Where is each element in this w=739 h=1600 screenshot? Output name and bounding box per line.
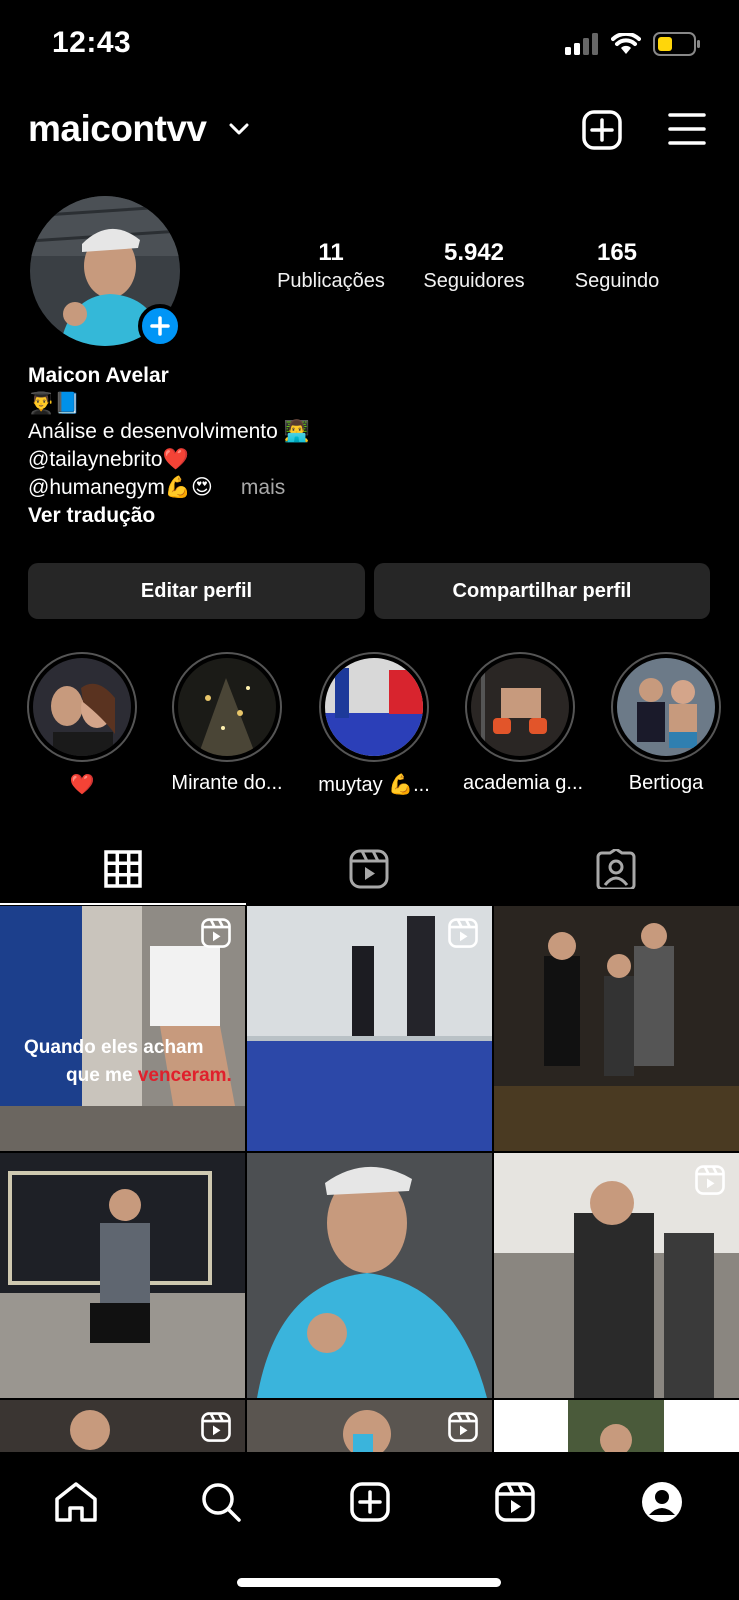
- highlight-label: Mirante do...: [171, 772, 283, 794]
- post-caption: Quando eles acham que me venceram.: [24, 1034, 232, 1090]
- bio-mention-partner[interactable]: @tailaynebrito❤️: [28, 446, 528, 474]
- highlight-cover: [325, 658, 423, 756]
- grid-post[interactable]: [494, 1400, 739, 1452]
- tab-tagged[interactable]: [493, 832, 739, 906]
- grid-post[interactable]: Quando eles acham que me venceram.: [0, 906, 245, 1151]
- cellular-signal-icon: [565, 33, 598, 55]
- reels-icon: [448, 918, 478, 948]
- content-tabs: [0, 832, 739, 906]
- bio-line-emoji: 👨‍🎓📘: [28, 392, 81, 415]
- highlight-item[interactable]: academia g...: [463, 652, 584, 795]
- highlight-item[interactable]: Bertioga: [609, 652, 723, 795]
- followers-count: 5.942: [443, 239, 505, 266]
- highlight-cover: [471, 658, 569, 756]
- status-time: 12:43: [52, 26, 132, 59]
- posts-stat[interactable]: 11 Publicações: [256, 238, 406, 294]
- bio-mention-text[interactable]: @tailaynebrito❤️: [28, 448, 189, 471]
- nav-profile[interactable]: [632, 1472, 692, 1532]
- posts-label: Publicações: [277, 270, 385, 292]
- highlight-cover: [178, 658, 276, 756]
- home-indicator: [237, 1578, 501, 1587]
- highlight-item[interactable]: muytay 💪...: [317, 652, 431, 797]
- tab-posts[interactable]: [0, 832, 246, 906]
- bio-more-link[interactable]: mais: [241, 476, 285, 499]
- profile-bio: Maicon Avelar 👨‍🎓📘 Análise e desenvolvim…: [28, 362, 528, 530]
- battery-icon: [653, 32, 700, 56]
- grid-post[interactable]: [247, 906, 492, 1151]
- active-tab-indicator: [0, 903, 246, 905]
- edit-profile-button[interactable]: Editar perfil: [28, 563, 365, 619]
- highlight-item[interactable]: Mirante do...: [170, 652, 284, 795]
- caption-text: que me: [66, 1065, 138, 1086]
- following-label: Seguindo: [574, 270, 660, 292]
- status-bar: 12:43: [0, 0, 739, 90]
- highlight-label: Bertioga: [628, 772, 704, 794]
- following-count: 165: [596, 239, 638, 266]
- highlight-ring: [465, 652, 575, 762]
- status-icons: [565, 32, 701, 56]
- reels-icon: [349, 849, 389, 889]
- search-icon: [202, 1483, 241, 1522]
- reels-icon: [695, 1165, 725, 1195]
- profile-icon: [642, 1482, 682, 1522]
- wifi-icon: [611, 33, 641, 54]
- nav-reels[interactable]: [485, 1472, 545, 1532]
- highlight-label: academia g...: [463, 772, 584, 794]
- add-story-button[interactable]: [138, 304, 182, 348]
- highlight-item[interactable]: ❤️: [25, 652, 139, 797]
- home-icon: [55, 1482, 97, 1522]
- highlight-ring: [27, 652, 137, 762]
- posts-count: 11: [318, 239, 344, 266]
- grid-post[interactable]: [0, 1153, 245, 1398]
- caption-highlight: venceram.: [137, 1065, 232, 1086]
- caption-line-1: Quando eles acham: [24, 1037, 204, 1058]
- grid-post[interactable]: [494, 906, 739, 1151]
- highlight-label: ❤️: [69, 774, 95, 796]
- chevron-down-icon[interactable]: [228, 118, 250, 140]
- grid-icon: [104, 850, 142, 888]
- followers-stat[interactable]: 5.942 Seguidores: [399, 238, 549, 294]
- highlight-label: muytay 💪...: [318, 774, 430, 796]
- bottom-nav: [0, 1452, 739, 1600]
- reels-icon: [201, 1412, 231, 1442]
- grid-post[interactable]: [247, 1153, 492, 1398]
- bio-mention-gym: @humanegym💪😍 mais: [28, 474, 528, 502]
- bio-line-course: Análise e desenvolvimento 👨‍💻: [28, 420, 310, 443]
- username-switcher[interactable]: maicontvv: [28, 108, 207, 150]
- caption-line-2: que me venceram.: [24, 1062, 232, 1090]
- display-name: Maicon Avelar: [28, 364, 169, 387]
- bio-mention-gym-text[interactable]: @humanegym💪😍: [28, 476, 213, 499]
- add-post-icon[interactable]: [582, 110, 622, 150]
- highlight-ring: [611, 652, 721, 762]
- nav-search[interactable]: [191, 1472, 251, 1532]
- nav-create[interactable]: [340, 1472, 400, 1532]
- translate-link[interactable]: Ver tradução: [28, 502, 528, 530]
- highlight-ring: [172, 652, 282, 762]
- reels-icon: [448, 1412, 478, 1442]
- plus-icon: [150, 316, 170, 336]
- highlight-ring: [319, 652, 429, 762]
- reels-icon: [201, 918, 231, 948]
- share-profile-button[interactable]: Compartilhar perfil: [374, 563, 710, 619]
- reels-icon: [495, 1482, 535, 1522]
- followers-label: Seguidores: [423, 270, 525, 292]
- tab-reels[interactable]: [246, 832, 492, 906]
- profile-header: maicontvv: [0, 100, 739, 164]
- highlight-cover: [617, 658, 715, 756]
- tagged-icon: [596, 849, 636, 889]
- nav-home[interactable]: [46, 1472, 106, 1532]
- grid-post[interactable]: [494, 1153, 739, 1398]
- add-post-icon: [350, 1482, 390, 1522]
- grid-post[interactable]: [0, 1400, 245, 1452]
- menu-icon[interactable]: [668, 112, 706, 146]
- grid-post[interactable]: [247, 1400, 492, 1452]
- following-stat[interactable]: 165 Seguindo: [542, 238, 692, 294]
- highlight-cover: [33, 658, 131, 756]
